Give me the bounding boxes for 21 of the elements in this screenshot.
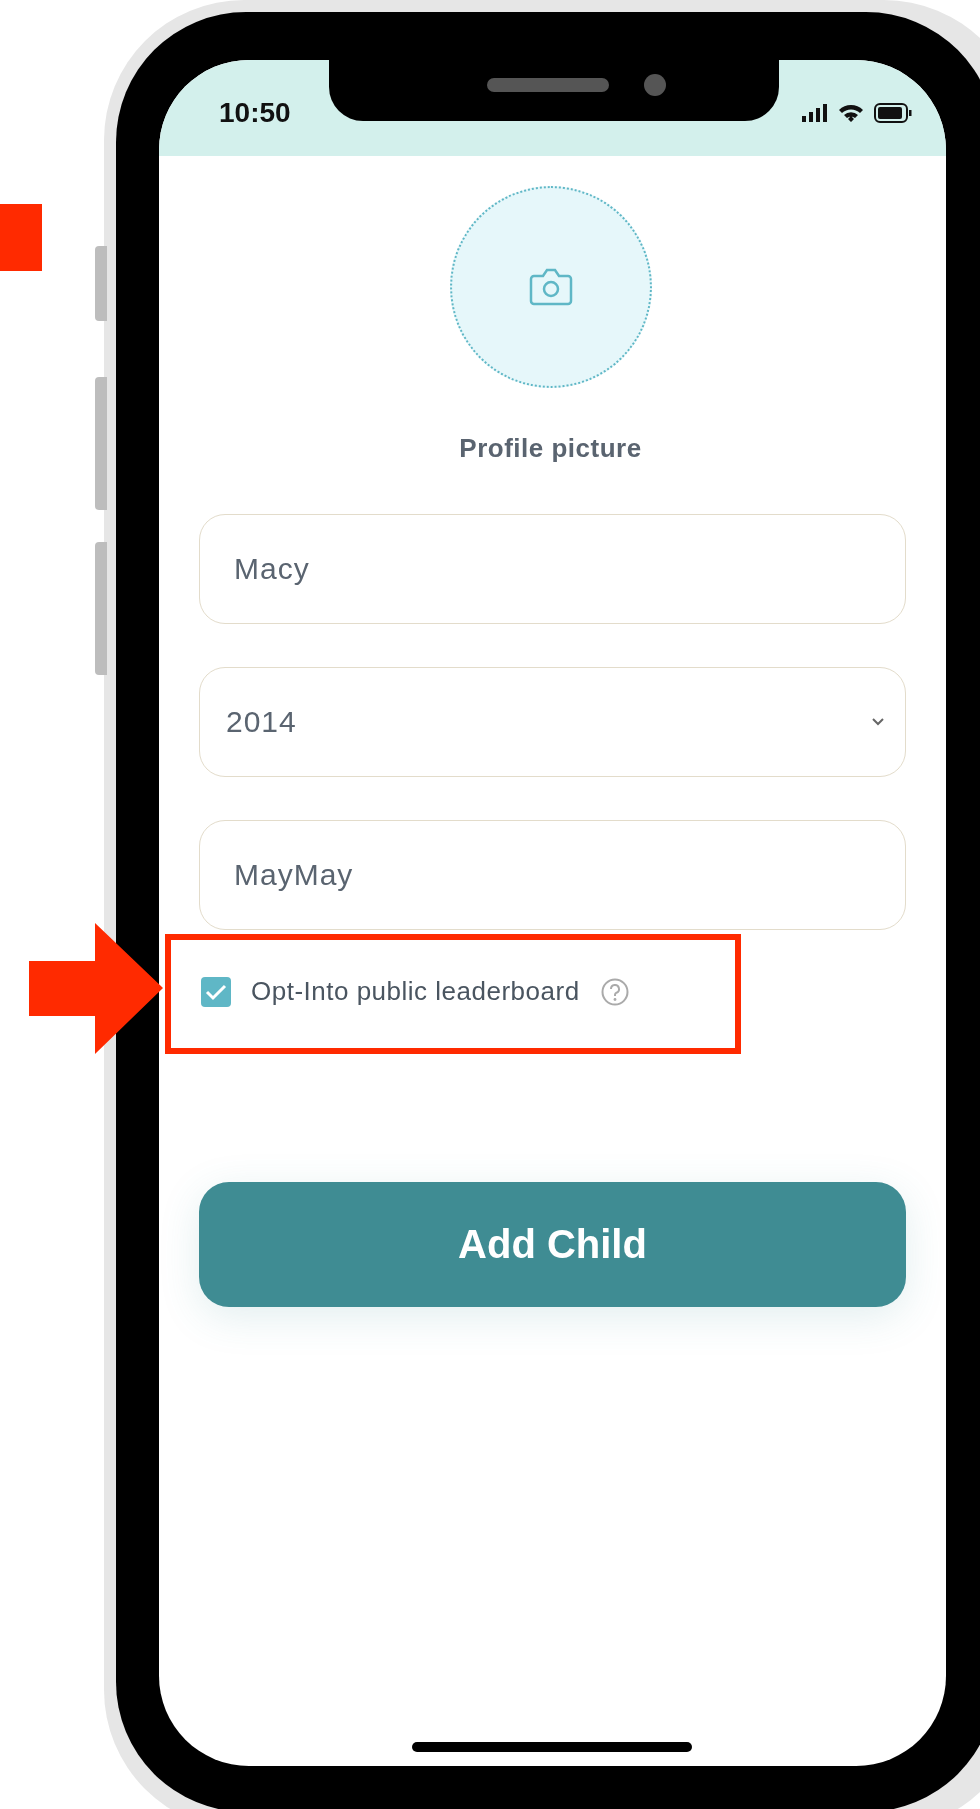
signal-icon xyxy=(802,104,828,122)
checkbox-label: Opt-Into public leaderboard xyxy=(251,976,580,1007)
marker-block xyxy=(0,204,42,271)
status-time: 10:50 xyxy=(219,97,291,129)
field-value: Macy xyxy=(234,552,310,586)
field-value: MayMay xyxy=(234,858,354,892)
chevron-down-icon xyxy=(871,717,885,727)
year-select[interactable]: 2014 xyxy=(199,667,906,777)
select-value: 2014 xyxy=(226,705,297,739)
input-field[interactable]: Macy xyxy=(199,514,906,624)
add-child-button[interactable]: Add Child xyxy=(199,1182,906,1307)
front-camera xyxy=(644,74,666,96)
checkmark-icon xyxy=(205,982,227,1001)
checkbox[interactable] xyxy=(201,976,231,1007)
arrow-icon xyxy=(29,923,163,1054)
profile-picture-label: Profile picture xyxy=(459,433,642,464)
camera-icon xyxy=(527,267,574,307)
help-icon[interactable] xyxy=(599,976,630,1007)
battery-icon xyxy=(874,103,912,123)
wifi-icon xyxy=(838,103,864,123)
input-field[interactable]: MayMay xyxy=(199,820,906,930)
